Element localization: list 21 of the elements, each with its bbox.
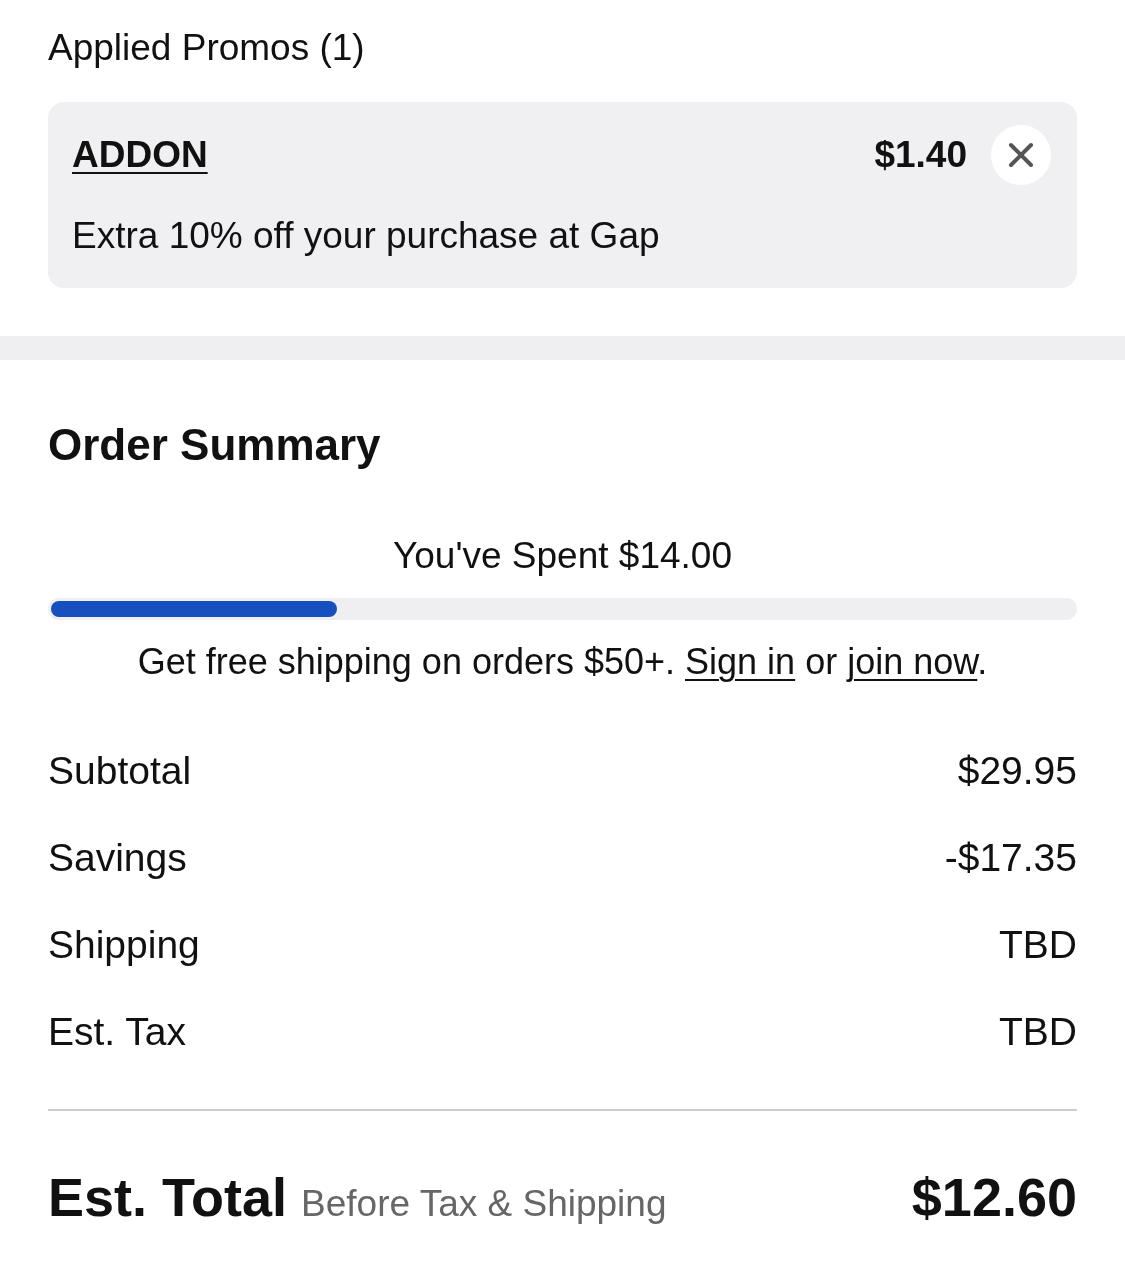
total-note: Before Tax & Shipping — [301, 1182, 667, 1226]
close-icon — [1008, 142, 1034, 168]
promo-description: Extra 10% off your purchase at Gap — [72, 214, 661, 258]
summary-label: Shipping — [48, 921, 200, 968]
summary-title: Order Summary — [48, 419, 382, 471]
promo-amount: $1.40 — [874, 133, 967, 177]
section-title: Applied Promos (1) — [48, 26, 366, 70]
text-link[interactable]: Sign in — [685, 641, 796, 682]
shipping-message: Get free shipping on orders $50+. Sign in or join now. — [136, 640, 989, 684]
spent-label: You've Spent $14.00 — [392, 534, 733, 578]
summary-value: TBD — [999, 1008, 1077, 1055]
summary-value: TBD — [999, 921, 1077, 968]
total-value: $12.60 — [911, 1166, 1077, 1229]
promo-code-link[interactable]: ADDON — [72, 131, 208, 179]
text-link[interactable]: join now — [847, 641, 978, 682]
summary-label: Est. Tax — [48, 1008, 186, 1055]
total-label: Est. Total — [48, 1166, 288, 1229]
summary-label: Subtotal — [48, 747, 192, 794]
summary-label: Savings — [48, 834, 187, 881]
summary-value: $29.95 — [957, 747, 1077, 794]
summary-value: -$17.35 — [944, 834, 1077, 881]
